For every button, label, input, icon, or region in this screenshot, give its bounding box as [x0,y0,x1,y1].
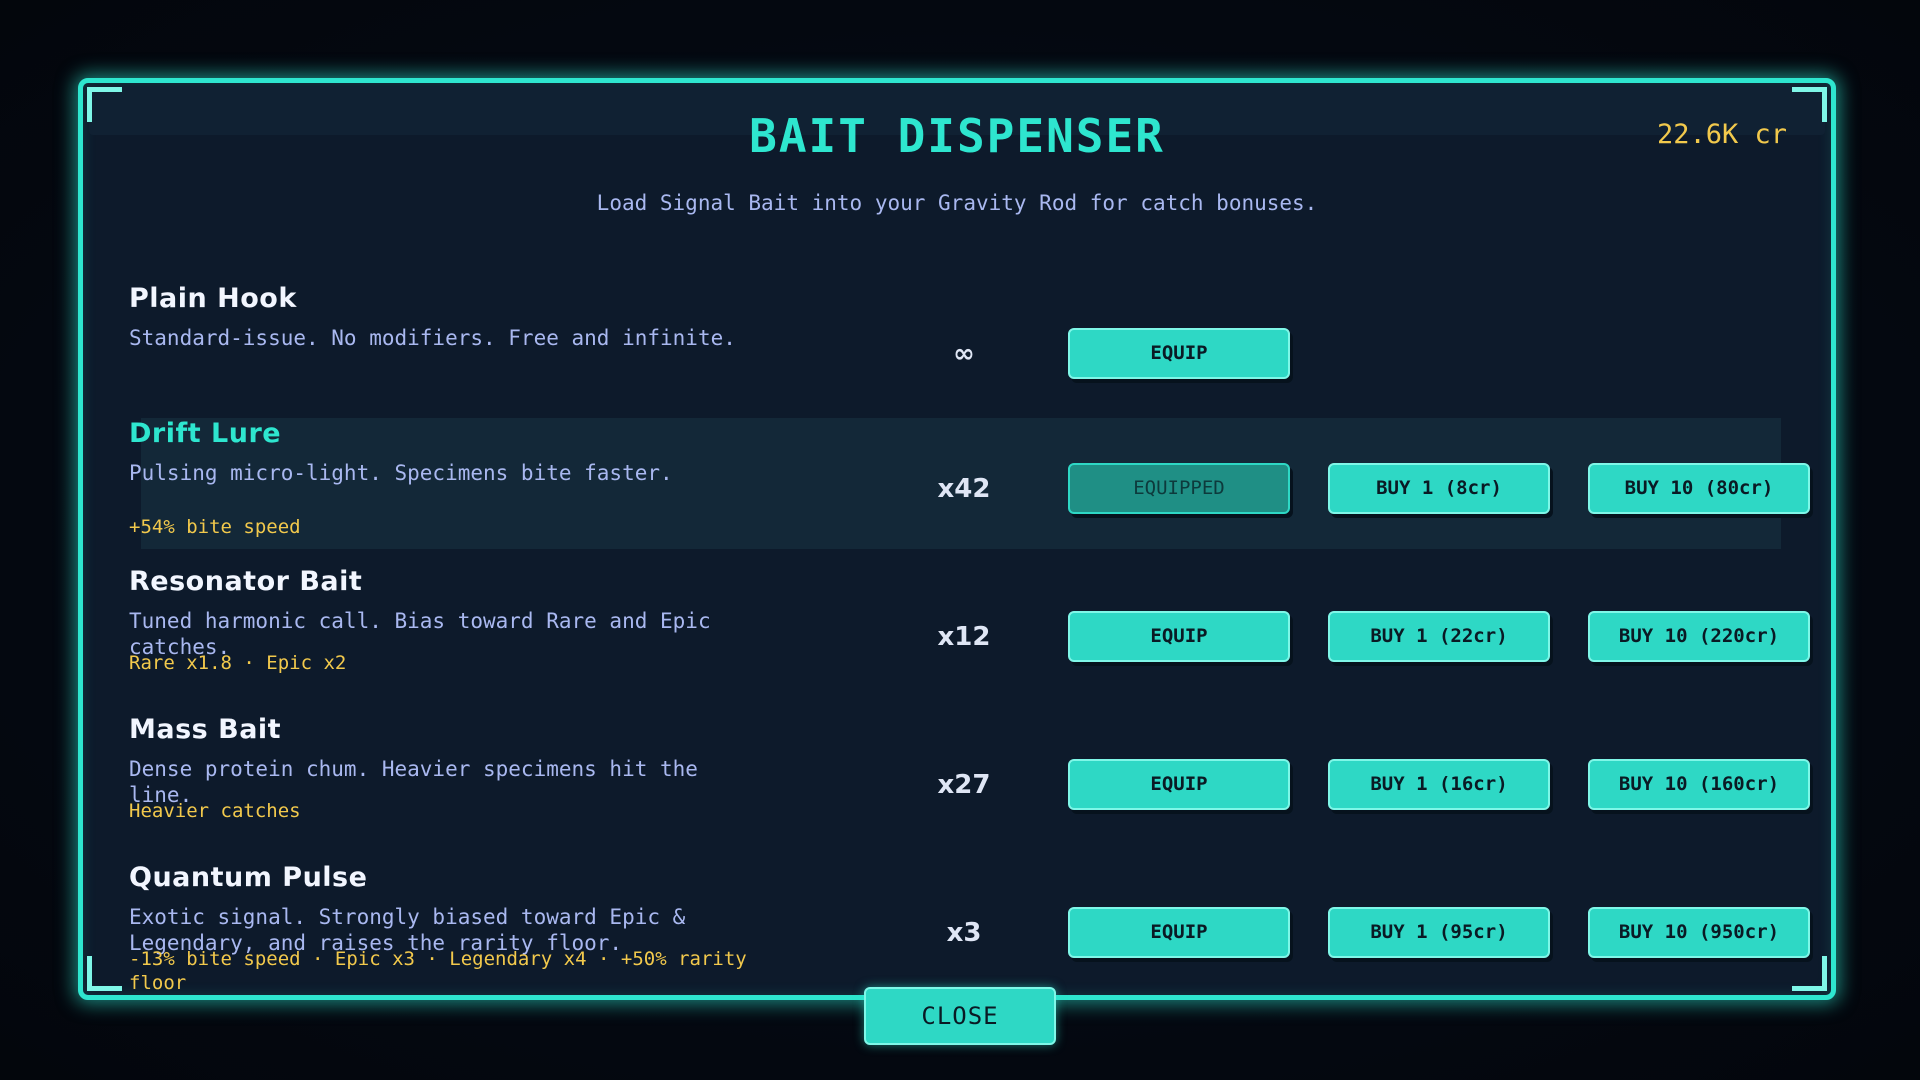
bait-name: Drift Lure [129,418,282,449]
equip-button[interactable]: EQUIP [1068,759,1290,810]
equip-button[interactable]: EQUIP [1068,611,1290,662]
equipped-button[interactable]: EQUIPPED [1068,463,1290,514]
buy-10-button[interactable]: BUY 10 (80cr) [1588,463,1810,514]
bait-name: Mass Bait [129,714,282,745]
bait-bonus: Rare x1.8 · Epic x2 [129,652,347,674]
equip-button[interactable]: EQUIP [1068,907,1290,958]
bait-dispenser-panel: BAIT DISPENSER 22.6K cr Load Signal Bait… [78,78,1836,1000]
bait-description: Standard-issue. No modifiers. Free and i… [129,326,736,350]
buy-1-button[interactable]: BUY 1 (16cr) [1328,759,1550,810]
close-button[interactable]: CLOSE [864,987,1056,1045]
bait-row-mass-bait: Mass Bait Dense protein chum. Heavier sp… [83,714,1831,846]
buy-10-button[interactable]: BUY 10 (160cr) [1588,759,1810,810]
bait-row-drift-lure: Drift Lure Pulsing micro-light. Specimen… [83,418,1831,550]
bait-description: Pulsing micro-light. Specimens bite fast… [129,461,673,485]
bait-count: x12 [937,622,991,652]
panel-title: BAIT DISPENSER [749,109,1165,163]
buy-1-button[interactable]: BUY 1 (22cr) [1328,611,1550,662]
bait-count: x42 [937,474,991,504]
buy-1-button[interactable]: BUY 1 (95cr) [1328,907,1550,958]
bait-count: ∞ [953,339,975,369]
bait-row-resonator-bait: Resonator Bait Tuned harmonic call. Bias… [83,566,1831,698]
bait-name: Plain Hook [129,283,297,314]
buy-1-button[interactable]: BUY 1 (8cr) [1328,463,1550,514]
equip-button[interactable]: EQUIP [1068,328,1290,379]
bait-row-plain-hook: Plain Hook Standard-issue. No modifiers.… [83,283,1831,415]
game-screen: BAIT DISPENSER 22.6K cr Load Signal Bait… [0,0,1920,1080]
bait-name: Quantum Pulse [129,862,368,893]
bait-count: x27 [937,770,991,800]
buy-10-button[interactable]: BUY 10 (220cr) [1588,611,1810,662]
bait-name: Resonator Bait [129,566,363,597]
bait-bonus: -13% bite speed · Epic x3 · Legendary x4… [129,948,747,994]
panel-subtitle: Load Signal Bait into your Gravity Rod f… [596,191,1318,215]
bait-bonus: Heavier catches [129,800,301,822]
credits-balance: 22.6K cr [1656,119,1787,150]
buy-10-button[interactable]: BUY 10 (950cr) [1588,907,1810,958]
bait-bonus: +54% bite speed [129,516,301,538]
bait-row-quantum-pulse: Quantum Pulse Exotic signal. Strongly bi… [83,862,1831,994]
bait-count: x3 [946,918,982,948]
